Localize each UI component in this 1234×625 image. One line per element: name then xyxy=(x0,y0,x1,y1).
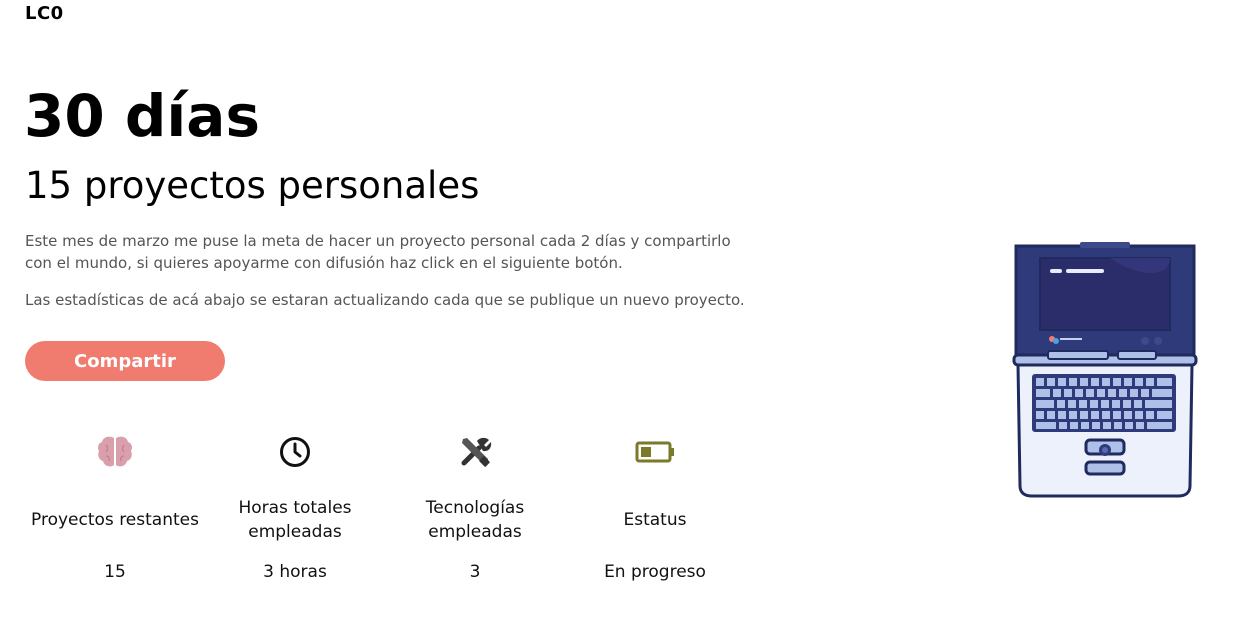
stat-status: Estatus En progreso xyxy=(565,432,745,582)
stat-label: Proyectos restantes xyxy=(31,510,199,530)
landing-page: LC0 30 días 15 proyectos personales Este… xyxy=(0,0,1234,625)
brain-icon xyxy=(25,432,205,472)
laptop-illustration xyxy=(1010,238,1200,504)
stat-label: Estatus xyxy=(623,510,687,530)
tools-icon xyxy=(385,432,565,472)
share-button[interactable]: Compartir xyxy=(25,341,225,381)
stat-total-hours: Horas totales empleadas 3 horas xyxy=(205,432,385,582)
stats-note: Las estadísticas de acá abajo se estaran… xyxy=(25,291,745,309)
stat-value: En progreso xyxy=(604,562,706,582)
stat-value: 15 xyxy=(104,562,126,582)
hero-subtitle: 15 proyectos personales xyxy=(25,164,480,207)
stat-label: Horas totales empleadas xyxy=(238,498,352,542)
stat-technologies: Tecnologías empleadas 3 xyxy=(385,432,565,582)
stat-label: Tecnologías empleadas xyxy=(425,498,525,542)
battery-icon xyxy=(565,432,745,472)
clock-icon xyxy=(205,432,385,472)
site-logo[interactable]: LC0 xyxy=(25,3,64,24)
stats-section: Proyectos restantes 15 Horas totales emp… xyxy=(25,432,745,592)
hero-description: Este mes de marzo me puse la meta de hac… xyxy=(25,232,731,272)
stat-value: 3 horas xyxy=(263,562,327,582)
stat-projects-remaining: Proyectos restantes 15 xyxy=(25,432,205,582)
stat-value: 3 xyxy=(469,562,481,582)
hero-title: 30 días xyxy=(24,82,260,150)
